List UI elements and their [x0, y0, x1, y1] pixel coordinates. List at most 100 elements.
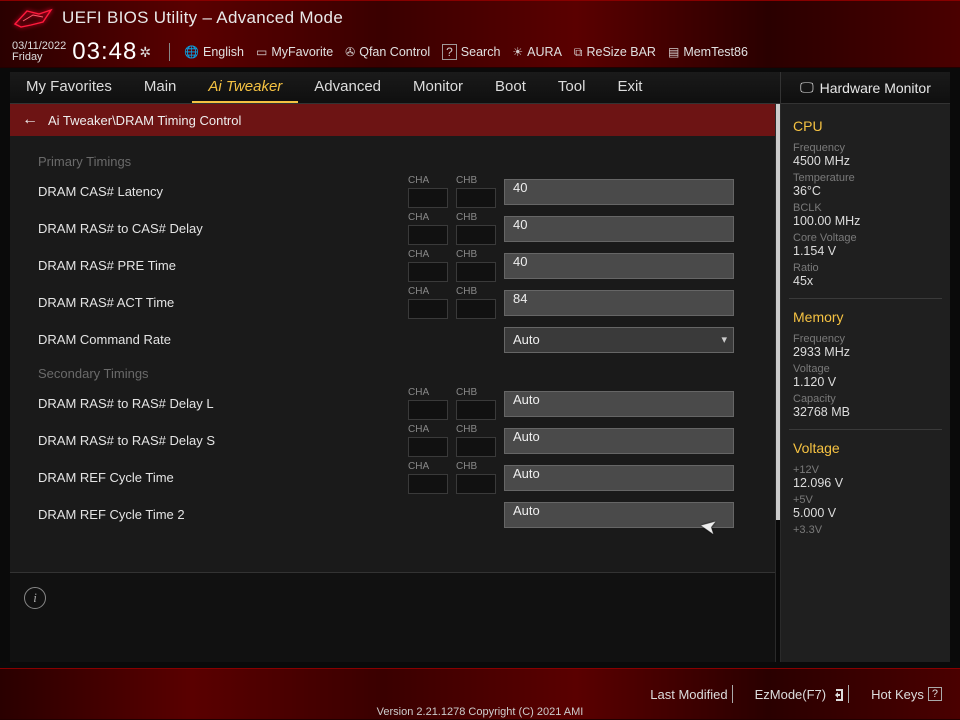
gear-icon[interactable]: ✲ [139, 44, 151, 61]
setting-row: DRAM RAS# to CAS# DelayCHACHB40 [38, 210, 759, 247]
top-toolbar: 03/11/2022 Friday 03:48 ✲ 🌐English ▭MyFa… [0, 36, 960, 68]
channel-a: CHA [408, 462, 452, 494]
setting-label: DRAM RAS# ACT Time [38, 295, 408, 310]
sb-cpu-freq: Frequency4500 MHz [793, 142, 863, 168]
value-select[interactable]: Auto [504, 327, 734, 353]
setting-row: DRAM CAS# LatencyCHACHB40 [38, 173, 759, 210]
title-bar: UEFI BIOS Utility – Advanced Mode [0, 0, 960, 36]
clock: 03:48 [72, 38, 137, 66]
exit-icon [830, 686, 844, 702]
rog-logo [12, 5, 54, 31]
sb-cpu-corev: Core Voltage1.154 V [793, 232, 863, 258]
setting-row: DRAM REF Cycle TimeCHACHBAuto [38, 459, 759, 496]
tab-tool[interactable]: Tool [542, 72, 602, 103]
channel-b: CHB [456, 287, 500, 319]
tab-boot[interactable]: Boot [479, 72, 542, 103]
fan-icon: ✇ [345, 45, 355, 59]
tab-monitor[interactable]: Monitor [397, 72, 479, 103]
value-input[interactable]: 84 [504, 290, 734, 316]
tab-main[interactable]: Main [128, 72, 193, 103]
channel-b: CHB [456, 213, 500, 245]
language-selector[interactable]: 🌐English [184, 45, 244, 59]
sb-12v: +12V12.096 V [793, 464, 863, 490]
value-input[interactable]: 40 [504, 179, 734, 205]
setting-row: DRAM Command Rate Auto [38, 321, 759, 358]
channel-box [456, 437, 496, 457]
channel-box [456, 474, 496, 494]
value-input[interactable]: 40 [504, 216, 734, 242]
channel-box [456, 262, 496, 282]
channel-box [408, 225, 448, 245]
question-icon: ? [442, 44, 457, 60]
sb-cpu-bclk: BCLK100.00 MHz [793, 202, 863, 228]
sb-33v: +3.3V [793, 524, 863, 536]
setting-label: DRAM REF Cycle Time 2 [38, 507, 408, 522]
setting-label: DRAM RAS# PRE Time [38, 258, 408, 273]
sb-mem-freq: Frequency2933 MHz [793, 333, 863, 359]
tab-exit[interactable]: Exit [601, 72, 658, 103]
value-input[interactable]: Auto [504, 465, 734, 491]
breadcrumb[interactable]: ← Ai Tweaker\DRAM Timing Control [10, 104, 775, 136]
back-arrow-icon[interactable]: ← [22, 111, 38, 129]
globe-icon: 🌐 [184, 45, 199, 59]
channel-b: CHB [456, 388, 500, 420]
channel-a: CHA [408, 176, 452, 208]
aura-link[interactable]: ☀AURA [512, 45, 562, 59]
channel-box [456, 400, 496, 420]
version-text: Version 2.21.1278 Copyright (C) 2021 AMI [377, 706, 584, 718]
memtest-icon: ▤ [668, 45, 679, 59]
value-input[interactable]: 40 [504, 253, 734, 279]
channel-box [408, 400, 448, 420]
aura-icon: ☀ [512, 45, 523, 59]
search-link[interactable]: ?Search [442, 44, 500, 60]
section-primary: Primary Timings [38, 154, 759, 169]
hwmonitor-header: 🖵 Hardware Monitor [780, 72, 950, 104]
day: Friday [12, 52, 66, 63]
sb-cpu-temp: Temperature36°C [793, 172, 863, 198]
hardware-monitor-panel: CPU Frequency4500 MHz Temperature36°C BC… [780, 104, 950, 662]
setting-row: DRAM RAS# PRE TimeCHACHB40 [38, 247, 759, 284]
tab-myfavorites[interactable]: My Favorites [10, 72, 128, 103]
channel-a: CHA [408, 250, 452, 282]
sb-5v: +5V5.000 V [793, 494, 863, 520]
setting-label: DRAM RAS# to RAS# Delay S [38, 433, 408, 448]
resizebar-link[interactable]: ⧉ReSize BAR [574, 45, 656, 60]
setting-row: DRAM RAS# ACT TimeCHACHB84 [38, 284, 759, 321]
sb-voltage-title: Voltage [793, 440, 938, 456]
value-input[interactable]: Auto [504, 391, 734, 417]
channel-box [408, 262, 448, 282]
channel-box [408, 299, 448, 319]
settings-list[interactable]: Primary Timings DRAM CAS# LatencyCHACHB4… [10, 136, 775, 572]
myfavorite-link[interactable]: ▭MyFavorite [256, 45, 333, 59]
setting-label: DRAM Command Rate [38, 332, 408, 347]
setting-label: DRAM REF Cycle Time [38, 470, 408, 485]
setting-label: DRAM CAS# Latency [38, 184, 408, 199]
qfan-link[interactable]: ✇Qfan Control [345, 45, 430, 59]
monitor-icon: 🖵 [800, 79, 814, 96]
content-panel: ← Ai Tweaker\DRAM Timing Control Primary… [10, 104, 776, 662]
breadcrumb-text: Ai Tweaker\DRAM Timing Control [48, 113, 241, 128]
sb-mem-cap: Capacity32768 MB [793, 393, 863, 419]
help-bar: i [10, 572, 775, 662]
favorite-icon: ▭ [256, 45, 267, 59]
app-title: UEFI BIOS Utility – Advanced Mode [62, 8, 343, 28]
channel-box [408, 437, 448, 457]
setting-label: DRAM RAS# to CAS# Delay [38, 221, 408, 236]
question-icon: ? [928, 687, 942, 701]
channel-a: CHA [408, 287, 452, 319]
channel-box [456, 188, 496, 208]
channel-box [408, 474, 448, 494]
sb-cpu-ratio: Ratio45x [793, 262, 863, 288]
last-modified-button[interactable]: Last Modified [650, 687, 727, 702]
channel-b: CHB [456, 462, 500, 494]
hotkeys-button[interactable]: Hot Keys? [871, 687, 942, 702]
sb-memory-title: Memory [793, 309, 938, 325]
value-input[interactable]: Auto [504, 428, 734, 454]
tab-advanced[interactable]: Advanced [298, 72, 397, 103]
date-block: 03/11/2022 Friday [12, 41, 66, 63]
setting-label: DRAM RAS# to RAS# Delay L [38, 396, 408, 411]
memtest-link[interactable]: ▤MemTest86 [668, 45, 748, 59]
value-input[interactable]: Auto [504, 502, 734, 528]
ezmode-button[interactable]: EzMode(F7) [755, 686, 845, 702]
tab-aitweaker[interactable]: Ai Tweaker [192, 72, 298, 103]
